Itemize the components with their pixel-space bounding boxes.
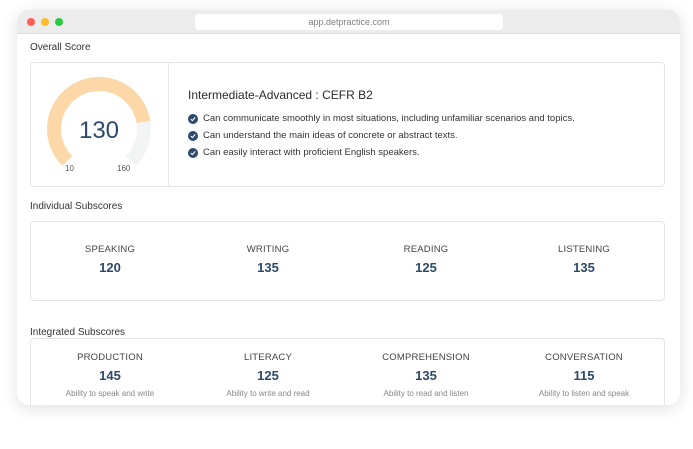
score-gauge: 130 10 160 [31, 63, 169, 186]
address-bar[interactable]: app.detpractice.com [195, 14, 503, 30]
subscore-literacy: LITERACY 125 Ability to write and read [189, 352, 347, 398]
browser-window: app.detpractice.com Overall Score 130 10… [17, 10, 680, 405]
individual-subscores-heading: Individual Subscores [30, 201, 123, 212]
subscore-label: CONVERSATION [545, 352, 623, 363]
check-circle-icon [188, 147, 198, 158]
minimize-window-button[interactable] [41, 18, 49, 26]
maximize-window-button[interactable] [55, 18, 63, 26]
subscore-reading: READING 125 [347, 244, 505, 275]
subscore-label: READING [403, 244, 449, 255]
subscore-value: 115 [573, 368, 595, 383]
cefr-level-title: Intermediate-Advanced : CEFR B2 [188, 88, 373, 102]
check-circle-icon [188, 113, 198, 124]
subscore-value: 135 [257, 260, 279, 275]
subscore-value: 125 [257, 368, 279, 383]
level-description-text: Can understand the main ideas of concret… [203, 130, 458, 141]
integrated-subscores-card: PRODUCTION 145 Ability to speak and writ… [30, 338, 665, 405]
level-description-item: Can easily interact with proficient Engl… [188, 144, 575, 161]
level-description-item: Can communicate smoothly in most situati… [188, 110, 575, 127]
subscore-value: 120 [99, 260, 121, 275]
subscore-speaking: SPEAKING 120 [31, 244, 189, 275]
level-description-text: Can communicate smoothly in most situati… [203, 113, 575, 124]
subscore-label: SPEAKING [84, 244, 136, 255]
check-circle-icon [188, 130, 198, 141]
level-description-text: Can easily interact with proficient Engl… [203, 147, 420, 158]
browser-titlebar: app.detpractice.com [17, 10, 680, 34]
subscore-production: PRODUCTION 145 Ability to speak and writ… [31, 352, 189, 398]
page-content: Overall Score 130 10 160 Intermediate-Ad… [17, 34, 680, 405]
subscore-comprehension: COMPREHENSION 135 Ability to read and li… [347, 352, 505, 398]
subscore-writing: WRITING 135 [189, 244, 347, 275]
integrated-subscores-heading: Integrated Subscores [30, 327, 126, 338]
subscore-value: 145 [99, 368, 121, 383]
level-description-list: Can communicate smoothly in most situati… [188, 110, 575, 161]
subscore-conversation: CONVERSATION 115 Ability to listen and s… [505, 352, 663, 398]
gauge-max-label: 160 [117, 164, 131, 173]
subscore-value: 135 [415, 368, 437, 383]
subscore-label: COMPREHENSION [382, 352, 470, 363]
subscore-value: 125 [415, 260, 437, 275]
subscore-label: WRITING [246, 244, 290, 255]
subscore-value: 135 [573, 260, 595, 275]
subscore-description: Ability to listen and speak [538, 389, 630, 398]
subscore-description: Ability to write and read [226, 389, 310, 398]
overall-score-card: 130 10 160 Intermediate-Advanced : CEFR … [30, 62, 665, 187]
subscore-description: Ability to read and listen [383, 389, 469, 398]
subscore-description: Ability to speak and write [65, 389, 155, 398]
close-window-button[interactable] [27, 18, 35, 26]
subscore-label: LITERACY [243, 352, 293, 363]
overall-score-heading: Overall Score [30, 42, 91, 53]
level-description-item: Can understand the main ideas of concret… [188, 127, 575, 144]
subscore-listening: LISTENING 135 [505, 244, 663, 275]
subscore-label: PRODUCTION [77, 352, 143, 363]
subscore-label: LISTENING [558, 244, 610, 255]
gauge-min-label: 10 [65, 164, 74, 173]
overall-score-value: 130 [78, 117, 120, 144]
individual-subscores-card: SPEAKING 120 WRITING 135 READING 125 LIS… [30, 221, 665, 301]
